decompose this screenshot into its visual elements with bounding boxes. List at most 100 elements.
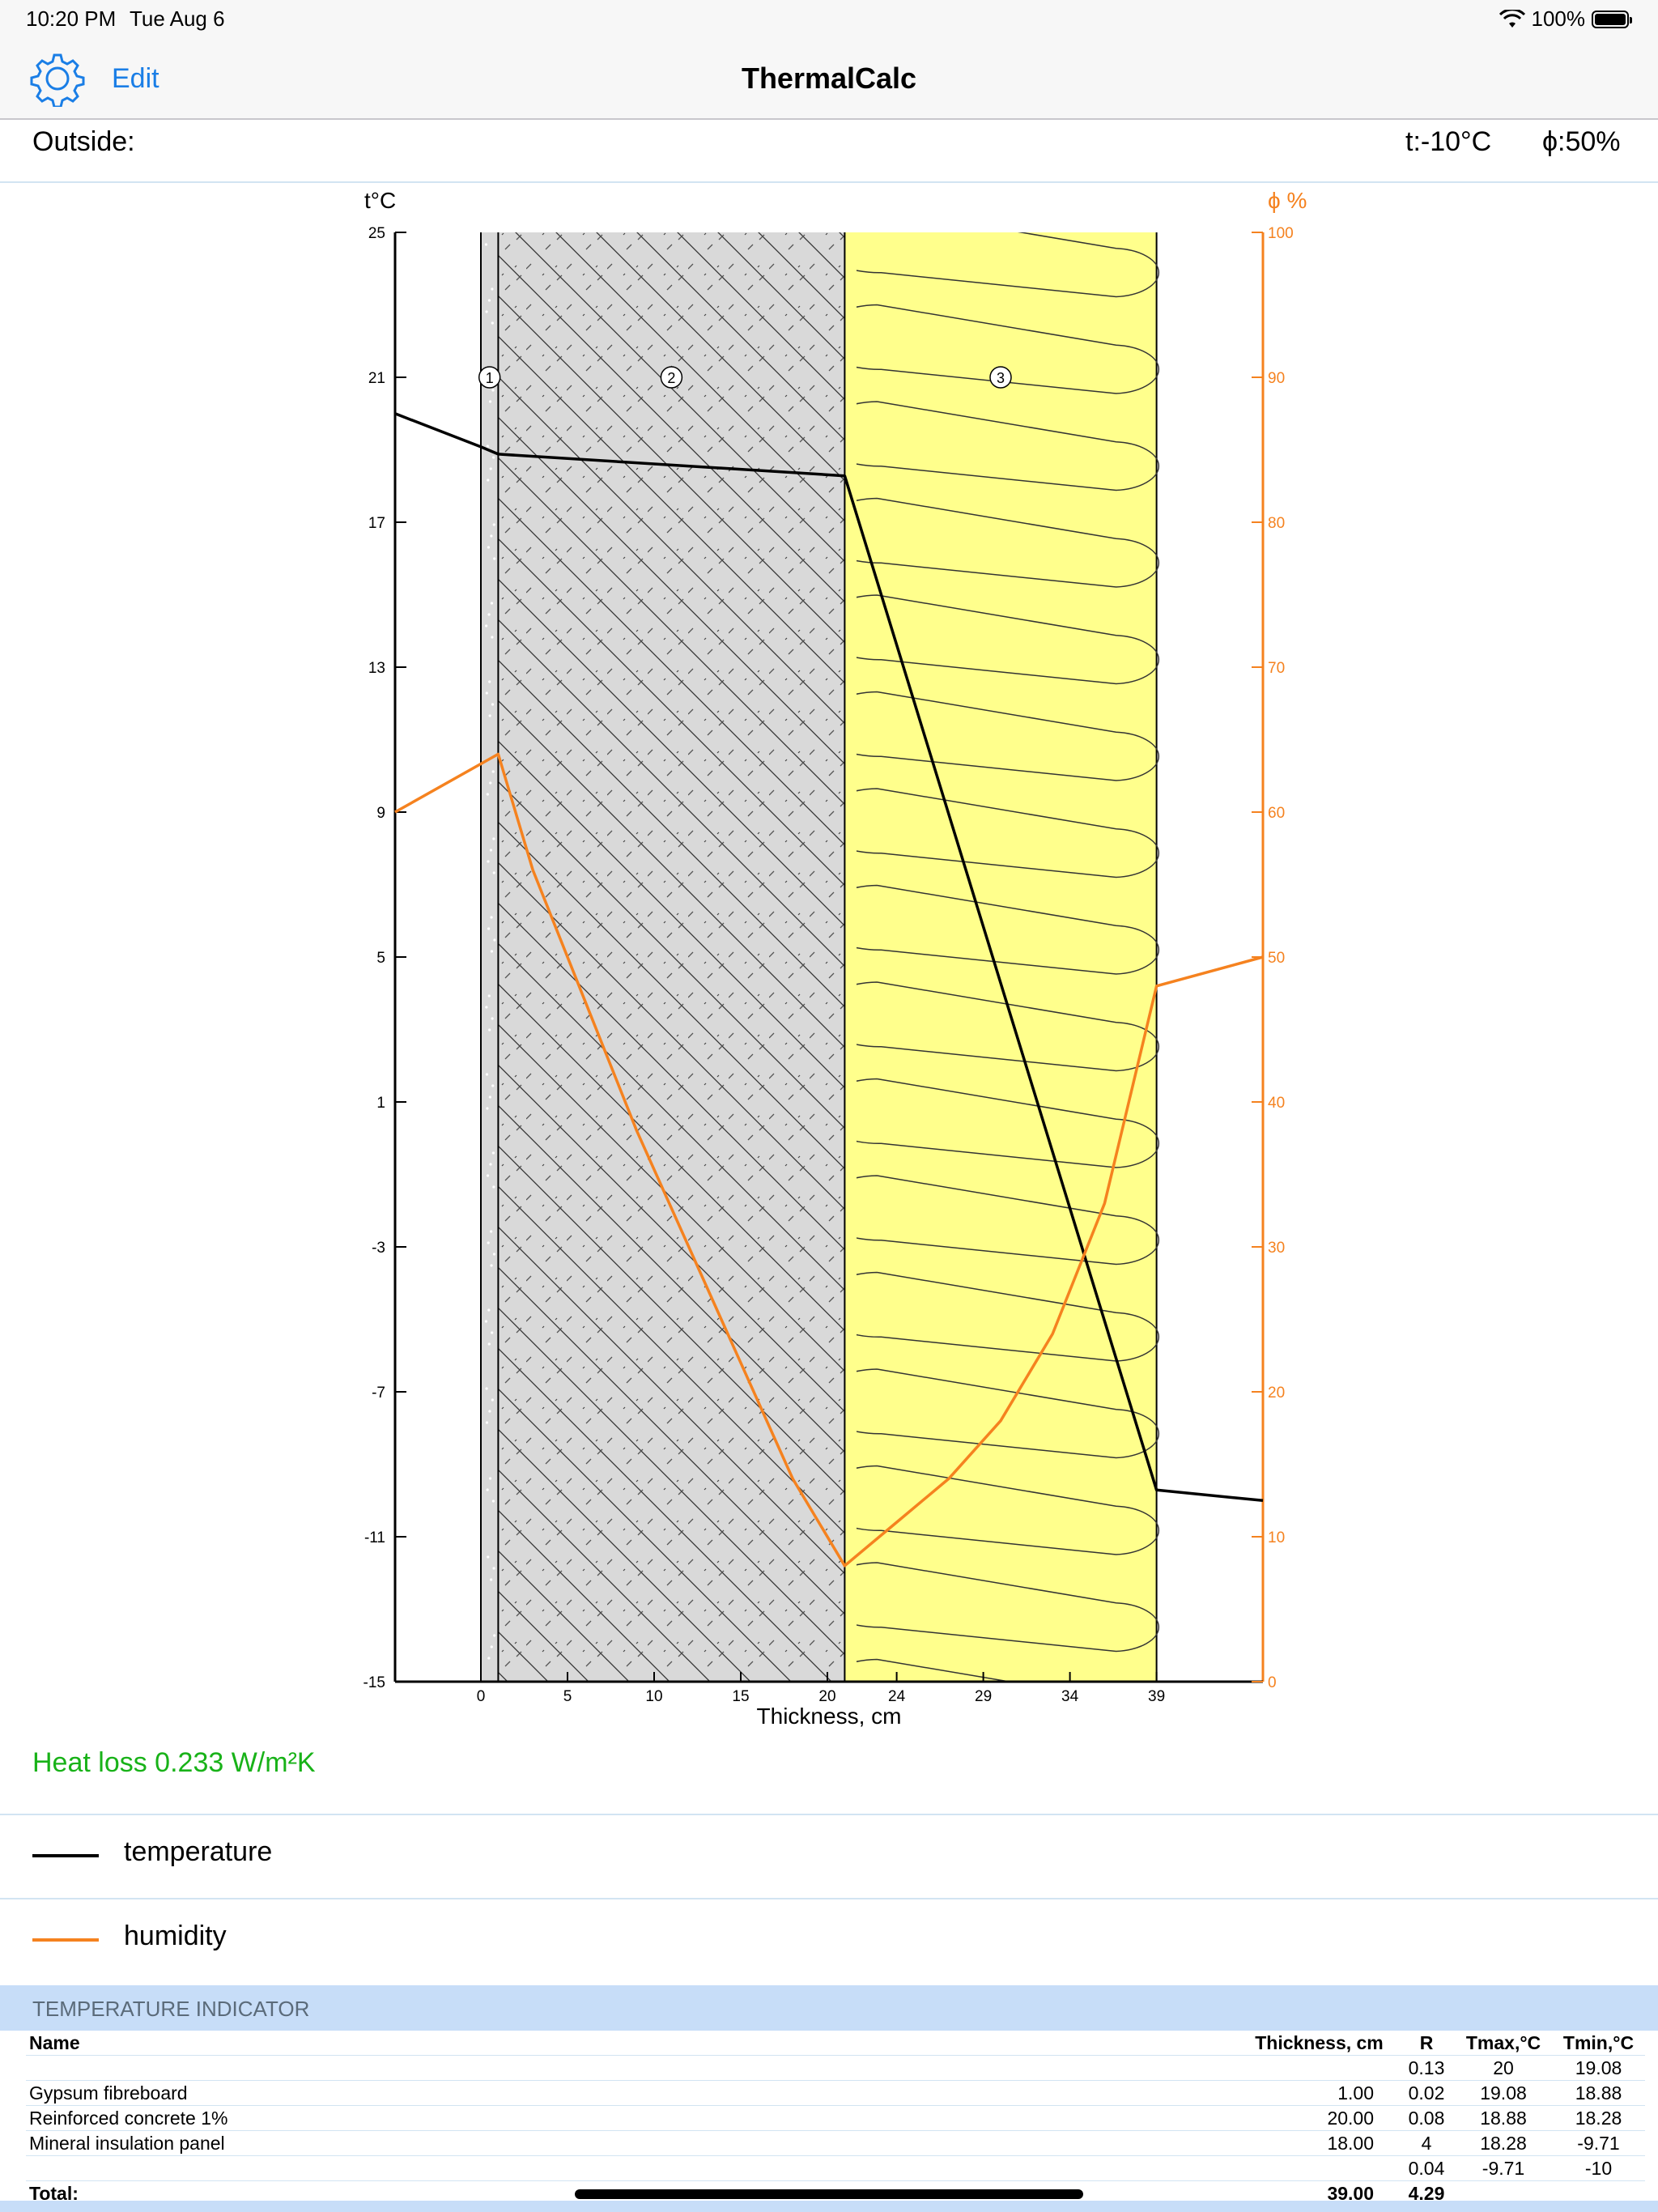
heat-loss-row: Heat loss 0.233 W/m²K (0, 1729, 1658, 1815)
gypsum-speckle (490, 1578, 493, 1581)
gypsum-speckle (489, 781, 492, 785)
cell-tmax: 18.28 (1455, 2130, 1552, 2156)
gypsum-speckle (486, 1174, 490, 1177)
table-row[interactable]: Mineral insulation panel 18.00 4 18.28 -… (26, 2130, 1645, 2156)
section-title: TEMPERATURE INDICATOR (32, 1997, 310, 2021)
y-left-tick-label: 25 (368, 225, 385, 242)
gypsum-speckle (488, 1477, 492, 1480)
x-tick-label: 0 (477, 1688, 486, 1705)
y-left-tick-label: -11 (364, 1529, 385, 1546)
gypsum-speckle (492, 1253, 496, 1256)
gypsum-speckle (487, 299, 491, 302)
cell-name: Mineral insulation panel (26, 2130, 1240, 2156)
navigation-bar: Edit ThermalCalc (0, 39, 1658, 120)
y-right-tick-label: 50 (1268, 950, 1285, 967)
gypsum-speckle (485, 1421, 489, 1424)
cell-tmin: -9.71 (1552, 2130, 1645, 2156)
gypsum-speckle (490, 950, 494, 953)
thermal-chart: 123 t°C ϕ %25211713951-3-7-11-15100908070… (363, 188, 1307, 1729)
gypsum-speckle (491, 321, 494, 325)
gypsum-speckle (487, 1241, 490, 1244)
y-left-tick-label: -15 (363, 1674, 385, 1691)
gypsum-speckle (487, 860, 490, 863)
wifi-icon (1499, 9, 1525, 28)
y-left-tick-label: -7 (372, 1385, 385, 1402)
y-right-tick-label: 60 (1268, 805, 1285, 822)
gypsum-speckle (487, 1308, 491, 1312)
y-right-tick-label: 0 (1268, 1674, 1277, 1691)
cell-name (26, 2155, 1240, 2181)
y-left-tick-label: 9 (376, 805, 385, 822)
gypsum-speckle (486, 1107, 489, 1110)
gypsum-speckle (490, 534, 493, 538)
right-axis-label: ϕ % (1268, 188, 1307, 213)
outside-temperature[interactable]: t:-10°C (1405, 126, 1491, 158)
outside-humidity[interactable]: ϕ:50% (1542, 126, 1621, 158)
y-left-tick-label: -3 (372, 1240, 385, 1257)
table-row[interactable]: Gypsum fibreboard 1.00 0.02 19.08 18.88 (26, 2080, 1645, 2106)
gypsum-speckle (491, 770, 495, 773)
legend-temperature: temperature (0, 1815, 1658, 1899)
gypsum-speckle (488, 1028, 491, 1032)
x-tick-label: 20 (818, 1688, 835, 1705)
gypsum-speckle (485, 624, 488, 627)
gypsum-speckle (487, 927, 491, 930)
status-right: 100% (1499, 6, 1632, 32)
gypsum-speckle (488, 1410, 491, 1413)
gypsum-speckle (488, 400, 492, 403)
gypsum-speckle (487, 546, 491, 549)
y-left-tick-label: 13 (368, 660, 385, 677)
gypsum-speckle (485, 1073, 489, 1076)
page-title: ThermalCalc (741, 62, 917, 95)
gypsum-speckle (487, 1555, 490, 1559)
header-r: R (1398, 2031, 1455, 2056)
gypsum-speckle (493, 1634, 496, 1637)
gypsum-speckle (493, 938, 496, 942)
gypsum-speckle (486, 445, 489, 448)
gypsum-speckle (484, 243, 488, 246)
header-name: Name (26, 2031, 1240, 2056)
header-tmax: Tmax,°C (1455, 2031, 1552, 2056)
gypsum-speckle (484, 1320, 488, 1323)
legend-humidity: humidity (0, 1899, 1658, 1985)
gypsum-speckle (492, 523, 495, 526)
cell-r: 0.13 (1398, 2055, 1455, 2081)
cell-tmax: 18.88 (1455, 2105, 1552, 2131)
heat-loss-text: Heat loss 0.233 W/m²K (32, 1747, 316, 1778)
battery-icon (1592, 10, 1632, 28)
humidity-legend-swatch (32, 1938, 99, 1942)
cell-thickness (1240, 2055, 1398, 2081)
status-time: 10:20 PM (26, 6, 117, 31)
y-right-tick-label: 80 (1268, 515, 1285, 532)
outside-label: Outside: (32, 126, 135, 157)
gypsum-speckle (485, 310, 488, 313)
gypsum-speckle (490, 1230, 493, 1233)
header-thickness: Thickness, cm (1240, 2031, 1398, 2056)
y-left-tick-label: 5 (376, 950, 385, 967)
gypsum-speckle (491, 1499, 495, 1503)
layer-number: 3 (997, 370, 1005, 386)
cell-r: 4 (1398, 2130, 1455, 2156)
gypsum-speckle (491, 389, 495, 392)
layer-3 (844, 232, 1157, 1682)
gypsum-speckle (486, 1488, 489, 1491)
gypsum-speckle (490, 602, 494, 605)
gypsum-speckle (490, 916, 493, 919)
temperature-legend-swatch (32, 1854, 99, 1857)
y-right-tick-label: 30 (1268, 1240, 1285, 1257)
status-bar: 10:20 PM Tue Aug 6 100% (0, 0, 1658, 39)
cell-name (26, 2055, 1240, 2081)
cell-thickness: 20.00 (1240, 2105, 1398, 2131)
table-row: 0.04 -9.71 -10 (26, 2155, 1645, 2181)
y-right-tick-label: 100 (1268, 225, 1294, 242)
table-row[interactable]: Reinforced concrete 1% 20.00 0.08 18.88 … (26, 2105, 1645, 2131)
table-row: 0.13 20 19.08 (26, 2055, 1645, 2081)
cell-name: Gypsum fibreboard (26, 2080, 1240, 2106)
cell-tmax: 20 (1455, 2055, 1552, 2081)
gypsum-speckle (487, 1657, 491, 1660)
header-tmin: Tmin,°C (1552, 2031, 1645, 2056)
gypsum-speckle (491, 1398, 494, 1402)
x-axis-label: Thickness, cm (757, 1704, 902, 1729)
gypsum-speckle (491, 1331, 494, 1334)
gypsum-speckle (487, 994, 491, 998)
